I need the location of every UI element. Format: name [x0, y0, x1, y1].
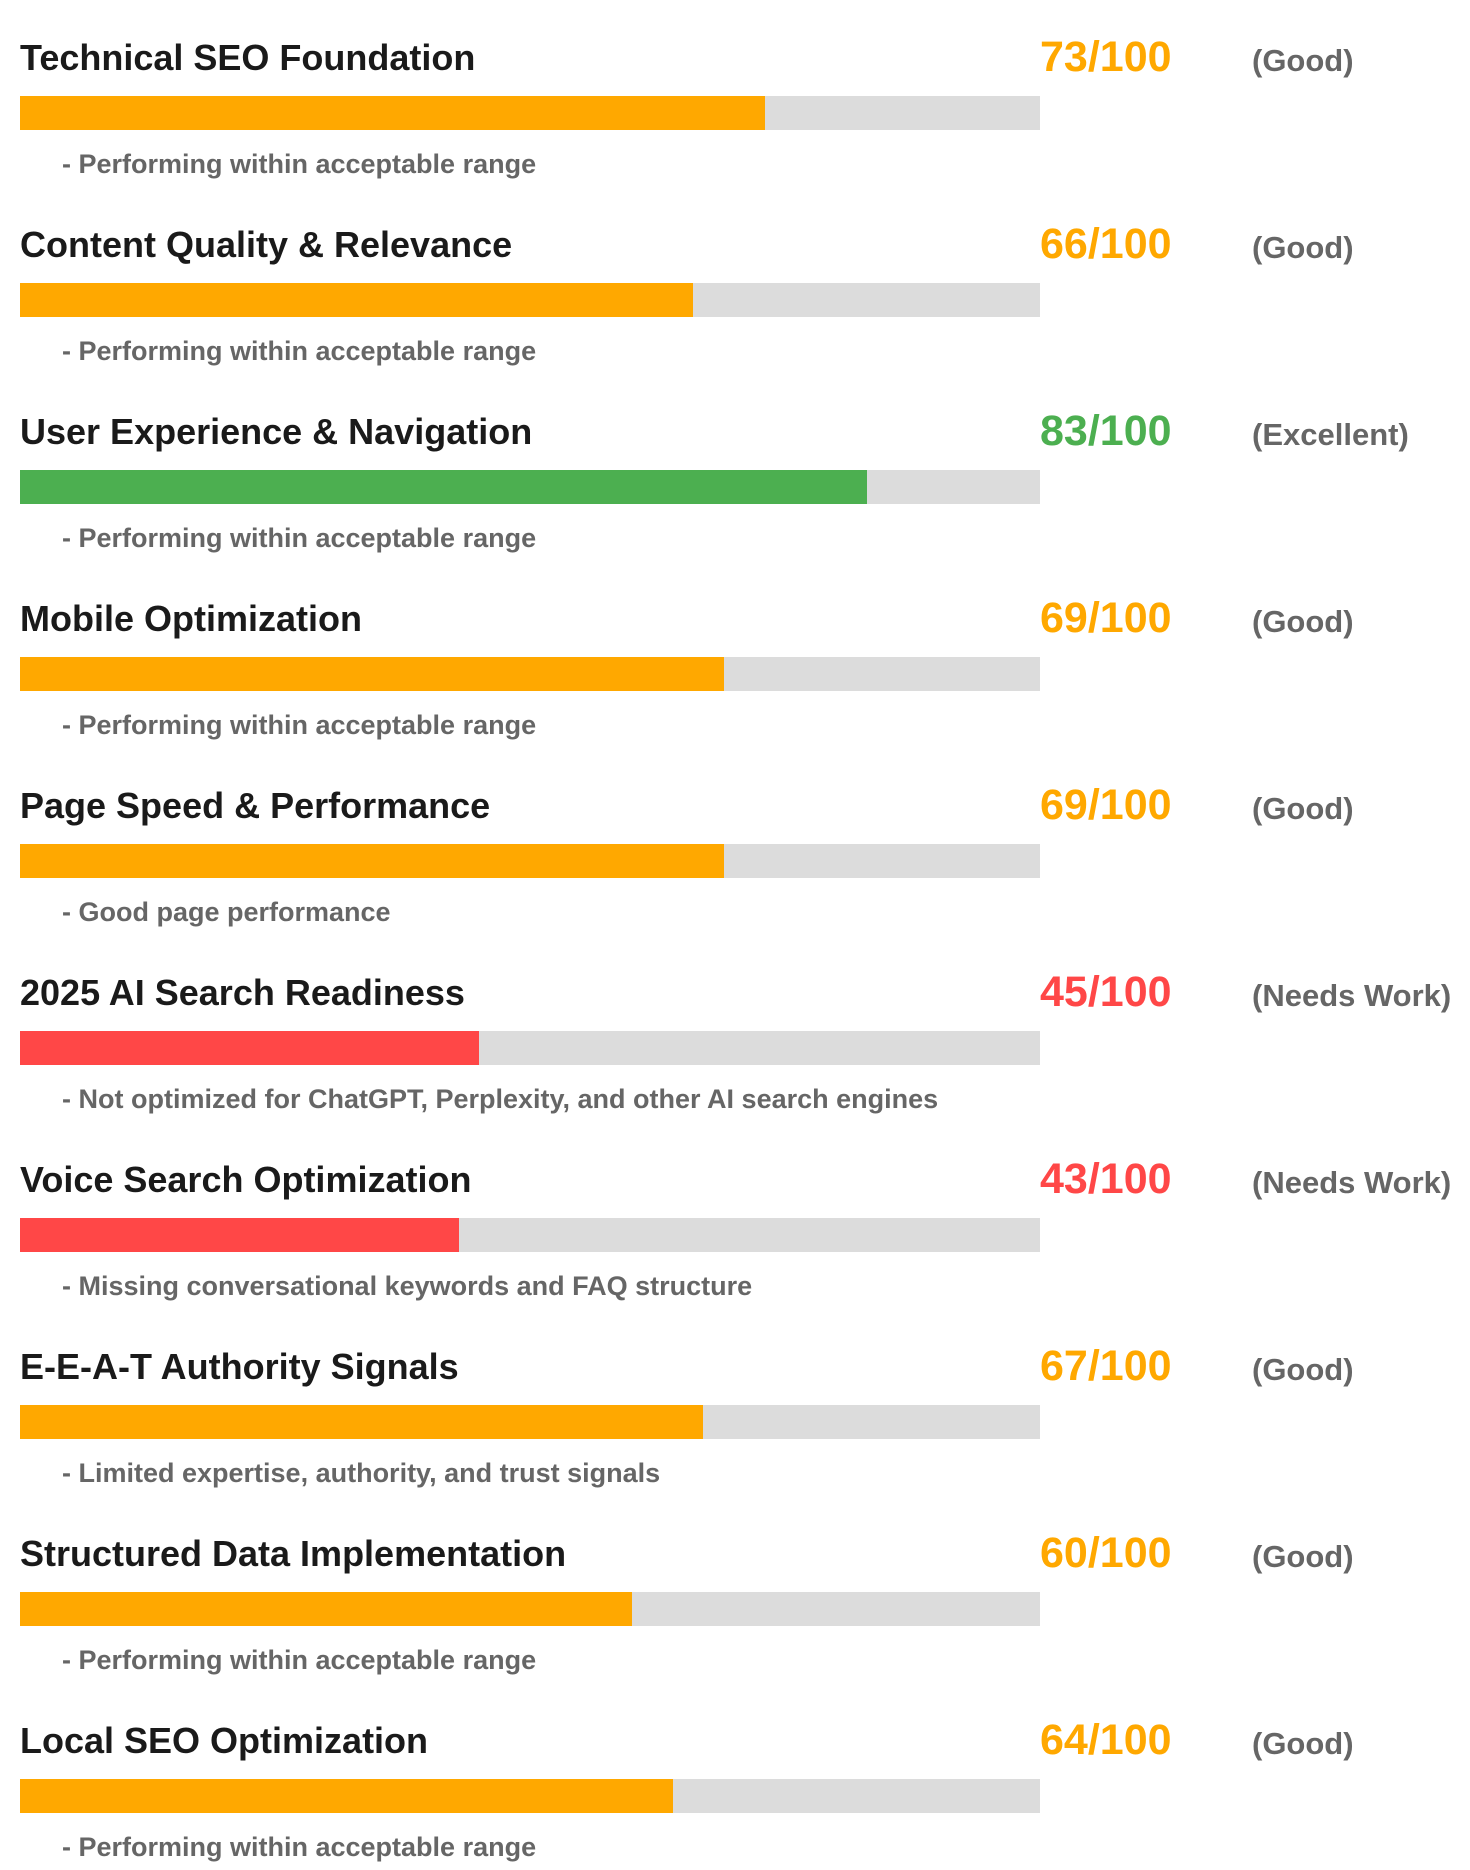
progress-fill: [20, 1592, 632, 1626]
score-item: Local SEO Optimization 64/100 (Good) - P…: [0, 1683, 1470, 1870]
category-note: - Performing within acceptable range: [62, 523, 537, 553]
rating-label: (Good): [1252, 1726, 1354, 1761]
rating-label: (Good): [1252, 791, 1354, 826]
rating-label: (Good): [1252, 1539, 1354, 1574]
category-title: Structured Data Implementation: [20, 1533, 567, 1574]
score-value: 43/100: [1040, 1155, 1172, 1203]
rating-label: (Needs Work): [1252, 1165, 1452, 1200]
progress-track: [20, 96, 1040, 130]
score-item: Technical SEO Foundation 73/100 (Good) -…: [0, 0, 1470, 187]
progress-fill: [20, 1031, 479, 1065]
progress-fill: [20, 844, 724, 878]
score-value: 60/100: [1040, 1529, 1172, 1577]
rating-label: (Excellent): [1252, 417, 1409, 452]
progress-track: [20, 470, 1040, 504]
score-item: Voice Search Optimization 43/100 (Needs …: [0, 1122, 1470, 1309]
progress-track: [20, 283, 1040, 317]
score-value: 67/100: [1040, 1342, 1172, 1390]
progress-fill: [20, 283, 694, 317]
score-value: 66/100: [1040, 220, 1172, 268]
category-title: Page Speed & Performance: [20, 785, 491, 826]
category-note: - Performing within acceptable range: [62, 710, 537, 740]
category-note: - Missing conversational keywords and FA…: [62, 1271, 753, 1301]
progress-track: [20, 844, 1040, 878]
category-title: E-E-A-T Authority Signals: [20, 1346, 459, 1387]
score-value: 64/100: [1040, 1716, 1172, 1764]
progress-track: [20, 657, 1040, 691]
category-title: Mobile Optimization: [20, 598, 362, 639]
score-value: 45/100: [1040, 968, 1172, 1016]
category-title: Technical SEO Foundation: [20, 37, 476, 78]
progress-track: [20, 1592, 1040, 1626]
score-item: Mobile Optimization 69/100 (Good) - Perf…: [0, 561, 1470, 748]
score-item: 2025 AI Search Readiness 45/100 (Needs W…: [0, 935, 1470, 1122]
score-list: Technical SEO Foundation 73/100 (Good) -…: [0, 0, 1470, 1862]
progress-track: [20, 1405, 1040, 1439]
score-value: 73/100: [1040, 33, 1172, 81]
progress-track: [20, 1779, 1040, 1813]
progress-track: [20, 1031, 1040, 1065]
progress-fill: [20, 470, 867, 504]
progress-fill: [20, 96, 765, 130]
score-item: Content Quality & Relevance 66/100 (Good…: [0, 187, 1470, 374]
rating-label: (Good): [1252, 230, 1354, 265]
score-value: 83/100: [1040, 407, 1172, 455]
score-item: Structured Data Implementation 60/100 (G…: [0, 1496, 1470, 1683]
score-item: Page Speed & Performance 69/100 (Good) -…: [0, 748, 1470, 935]
category-note: - Performing within acceptable range: [62, 149, 537, 179]
rating-label: (Good): [1252, 604, 1354, 639]
category-note: - Good page performance: [62, 897, 391, 927]
category-note: - Not optimized for ChatGPT, Perplexity,…: [62, 1084, 939, 1114]
rating-label: (Good): [1252, 1352, 1354, 1387]
category-note: - Performing within acceptable range: [62, 336, 537, 366]
score-item: E-E-A-T Authority Signals 67/100 (Good) …: [0, 1309, 1470, 1496]
progress-fill: [20, 1405, 704, 1439]
category-note: - Performing within acceptable range: [62, 1645, 537, 1675]
progress-fill: [20, 1779, 673, 1813]
score-value: 69/100: [1040, 781, 1172, 829]
category-title: 2025 AI Search Readiness: [20, 972, 465, 1013]
category-title: Local SEO Optimization: [20, 1720, 429, 1761]
score-item: User Experience & Navigation 83/100 (Exc…: [0, 374, 1470, 561]
rating-label: (Good): [1252, 43, 1354, 78]
score-value: 69/100: [1040, 594, 1172, 642]
progress-track: [20, 1218, 1040, 1252]
category-title: Voice Search Optimization: [20, 1159, 472, 1200]
progress-fill: [20, 1218, 459, 1252]
rating-label: (Needs Work): [1252, 978, 1452, 1013]
category-note: - Performing within acceptable range: [62, 1832, 537, 1862]
category-title: User Experience & Navigation: [20, 411, 533, 452]
category-note: - Limited expertise, authority, and trus…: [62, 1458, 661, 1488]
progress-fill: [20, 657, 724, 691]
category-title: Content Quality & Relevance: [20, 224, 513, 265]
